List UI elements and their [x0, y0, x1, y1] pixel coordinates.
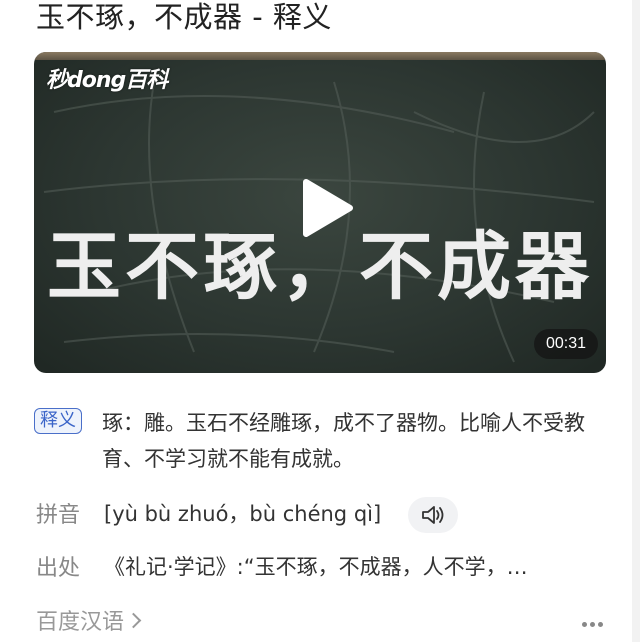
more-icon[interactable]: [582, 612, 606, 627]
speaker-icon: [422, 506, 444, 524]
definition-text: 琢：雕。玉石不经雕琢，成不了器物。比喻人不受教育、不学习就不能有成就。: [102, 411, 585, 471]
play-icon: [303, 179, 353, 237]
pinyin-label: 拼音: [36, 503, 81, 528]
play-button[interactable]: [296, 178, 356, 238]
video-logo: 秒dong百科: [46, 62, 168, 94]
chevron-right-icon: [125, 612, 142, 629]
video-player[interactable]: 秒dong百科 玉不琢，不成器 00:31: [34, 52, 606, 373]
definition-tag: 释义: [34, 408, 82, 434]
source-label: 出处: [36, 556, 81, 581]
page: 玉不琢，不成器 - 释义 秒dong百科 玉不琢，不成器 00:31 释义 琢：…: [0, 0, 640, 642]
page-title: 玉不琢，不成器 - 释义: [36, 0, 332, 34]
source-text: 《礼记·学记》:“玉不琢，不成器，人不学，…: [104, 555, 528, 579]
logo-text: 秒dong百科: [46, 68, 168, 93]
baidu-hanyu-link[interactable]: 百度汉语: [36, 604, 142, 636]
duration-badge: 00:31: [533, 329, 598, 359]
baidu-hanyu-link-label: 百度汉语: [36, 610, 125, 635]
audio-button[interactable]: [408, 497, 458, 533]
pinyin-text: [yù bù zhuó，bù chéng qì]: [104, 502, 382, 526]
scrollbar-track: [632, 0, 640, 642]
